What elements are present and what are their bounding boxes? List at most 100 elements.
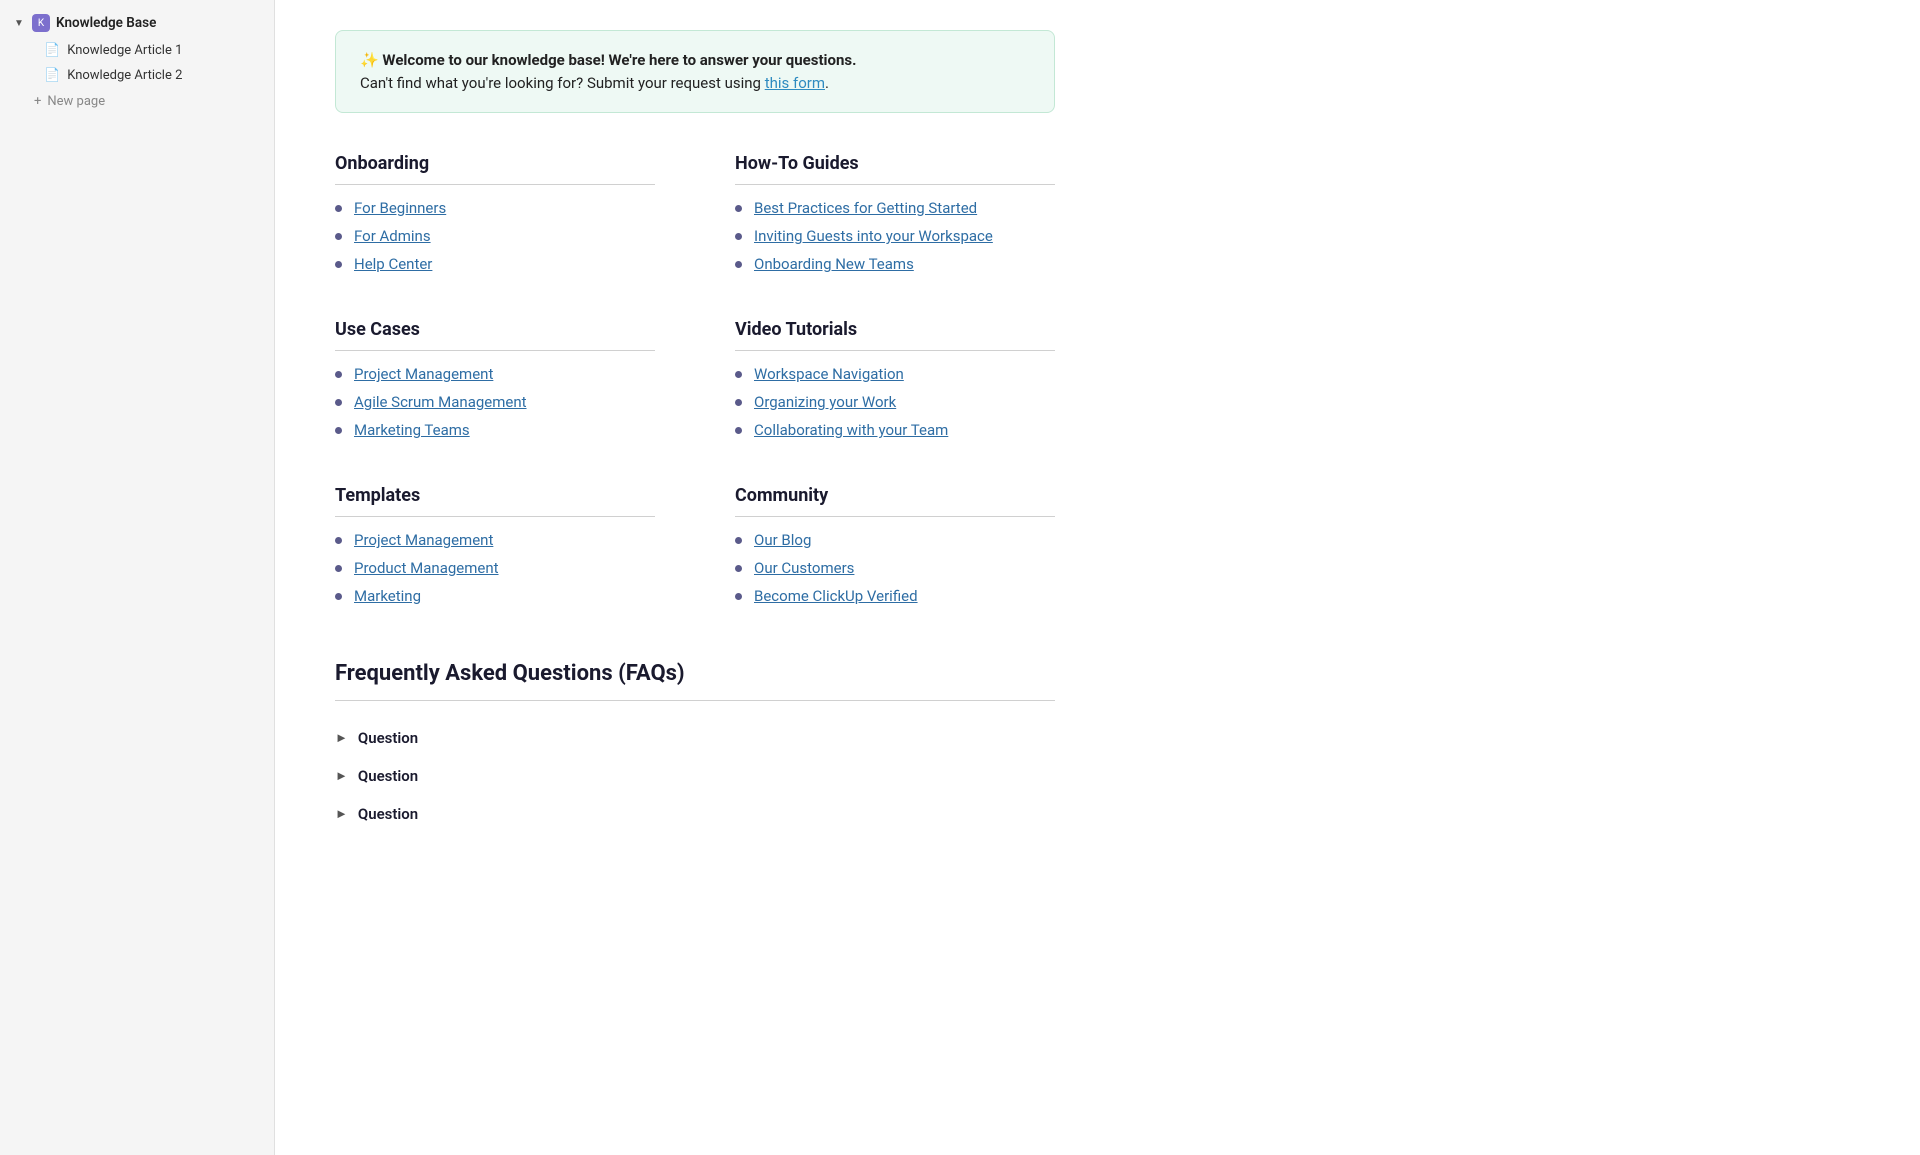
community-link-1[interactable]: Our Customers (754, 559, 854, 577)
list-item: Collaborating with your Team (735, 421, 1055, 439)
bullet-icon (735, 565, 742, 572)
section-onboarding-title: Onboarding (335, 153, 655, 174)
bullet-icon (335, 399, 342, 406)
bullet-icon (735, 537, 742, 544)
bullet-icon (335, 205, 342, 212)
faq-divider (335, 700, 1055, 701)
howto-link-0[interactable]: Best Practices for Getting Started (754, 199, 977, 217)
bullet-icon (735, 233, 742, 240)
chevron-down-icon: ▼ (12, 18, 26, 29)
faq-question-0: Question (358, 729, 418, 747)
section-templates-title: Templates (335, 485, 655, 506)
list-item: Project Management (335, 531, 655, 549)
new-page-button[interactable]: + New page (0, 88, 274, 115)
welcome-emoji: ✨ (360, 51, 379, 69)
bullet-icon (335, 427, 342, 434)
sidebar-root-item[interactable]: ▼ K Knowledge Base (0, 8, 274, 38)
welcome-body-text: Can't find what you're looking for? Subm… (360, 74, 761, 92)
onboarding-link-0[interactable]: For Beginners (354, 199, 446, 217)
welcome-end-text: . (825, 74, 829, 92)
sidebar-item-knowledge-article-2[interactable]: 📄 Knowledge Article 2 (0, 63, 274, 88)
list-item: Become ClickUp Verified (735, 587, 1055, 605)
list-item: Agile Scrum Management (335, 393, 655, 411)
chevron-right-icon: ► (335, 768, 348, 784)
sidebar: ▼ K Knowledge Base 📄 Knowledge Article 1… (0, 0, 275, 1155)
section-divider (335, 350, 655, 351)
list-item: Our Customers (735, 559, 1055, 577)
usecase-link-2[interactable]: Marketing Teams (354, 421, 470, 439)
use-cases-list: Project Management Agile Scrum Managemen… (335, 365, 655, 439)
section-how-to-guides: How-To Guides Best Practices for Getting… (735, 153, 1055, 283)
root-doc-icon: K (32, 14, 50, 32)
new-page-label: New page (47, 94, 105, 109)
video-link-1[interactable]: Organizing your Work (754, 393, 896, 411)
onboarding-link-1[interactable]: For Admins (354, 227, 431, 245)
bullet-icon (335, 233, 342, 240)
bullet-icon (735, 593, 742, 600)
list-item: Marketing (335, 587, 655, 605)
section-video-tutorials: Video Tutorials Workspace Navigation Org… (735, 319, 1055, 449)
document-icon: 📄 (44, 68, 60, 83)
howto-link-2[interactable]: Onboarding New Teams (754, 255, 914, 273)
usecase-link-1[interactable]: Agile Scrum Management (354, 393, 527, 411)
video-link-2[interactable]: Collaborating with your Team (754, 421, 948, 439)
bullet-icon (335, 371, 342, 378)
section-divider (335, 516, 655, 517)
list-item: Workspace Navigation (735, 365, 1055, 383)
section-divider (735, 350, 1055, 351)
usecase-link-0[interactable]: Project Management (354, 365, 493, 383)
section-divider (335, 184, 655, 185)
list-item: Our Blog (735, 531, 1055, 549)
section-video-tutorials-title: Video Tutorials (735, 319, 1055, 340)
bullet-icon (735, 371, 742, 378)
community-list: Our Blog Our Customers Become ClickUp Ve… (735, 531, 1055, 605)
bullet-icon (735, 399, 742, 406)
faq-title: Frequently Asked Questions (FAQs) (335, 661, 1055, 686)
chevron-right-icon: ► (335, 806, 348, 822)
sidebar-item-knowledge-article-1[interactable]: 📄 Knowledge Article 1 (0, 38, 274, 63)
templates-list: Project Management Product Management Ma… (335, 531, 655, 605)
bullet-icon (735, 427, 742, 434)
list-item: Project Management (335, 365, 655, 383)
welcome-strong-text: Welcome to our knowledge base! We're her… (382, 51, 856, 69)
howto-link-1[interactable]: Inviting Guests into your Workspace (754, 227, 993, 245)
list-item: Best Practices for Getting Started (735, 199, 1055, 217)
plus-icon: + (34, 94, 41, 109)
section-onboarding: Onboarding For Beginners For Admins Help… (335, 153, 655, 283)
community-link-0[interactable]: Our Blog (754, 531, 811, 549)
faq-question-1: Question (358, 767, 418, 785)
template-link-2[interactable]: Marketing (354, 587, 421, 605)
section-templates: Templates Project Management Product Man… (335, 485, 655, 615)
how-to-guides-list: Best Practices for Getting Started Invit… (735, 199, 1055, 273)
section-community: Community Our Blog Our Customers Become … (735, 485, 1055, 615)
faq-item-0[interactable]: ► Question (335, 719, 1055, 757)
list-item: Help Center (335, 255, 655, 273)
bullet-icon (735, 205, 742, 212)
faq-item-1[interactable]: ► Question (335, 757, 1055, 795)
faq-item-2[interactable]: ► Question (335, 795, 1055, 833)
section-divider (735, 184, 1055, 185)
this-form-link[interactable]: this form (765, 74, 825, 92)
onboarding-link-2[interactable]: Help Center (354, 255, 432, 273)
section-how-to-guides-title: How-To Guides (735, 153, 1055, 174)
section-use-cases: Use Cases Project Management Agile Scrum… (335, 319, 655, 449)
main-content: ✨ Welcome to our knowledge base! We're h… (275, 0, 1920, 1155)
video-link-0[interactable]: Workspace Navigation (754, 365, 904, 383)
bullet-icon (335, 593, 342, 600)
bullet-icon (335, 537, 342, 544)
template-link-1[interactable]: Product Management (354, 559, 499, 577)
document-icon: 📄 (44, 43, 60, 58)
community-link-2[interactable]: Become ClickUp Verified (754, 587, 918, 605)
faq-question-2: Question (358, 805, 418, 823)
list-item: Marketing Teams (335, 421, 655, 439)
template-link-0[interactable]: Project Management (354, 531, 493, 549)
bullet-icon (335, 565, 342, 572)
video-tutorials-list: Workspace Navigation Organizing your Wor… (735, 365, 1055, 439)
list-item: Organizing your Work (735, 393, 1055, 411)
list-item: Inviting Guests into your Workspace (735, 227, 1055, 245)
section-community-title: Community (735, 485, 1055, 506)
sidebar-child-label: Knowledge Article 2 (67, 68, 182, 83)
onboarding-list: For Beginners For Admins Help Center (335, 199, 655, 273)
list-item: For Beginners (335, 199, 655, 217)
faq-section: Frequently Asked Questions (FAQs) ► Ques… (335, 661, 1055, 833)
